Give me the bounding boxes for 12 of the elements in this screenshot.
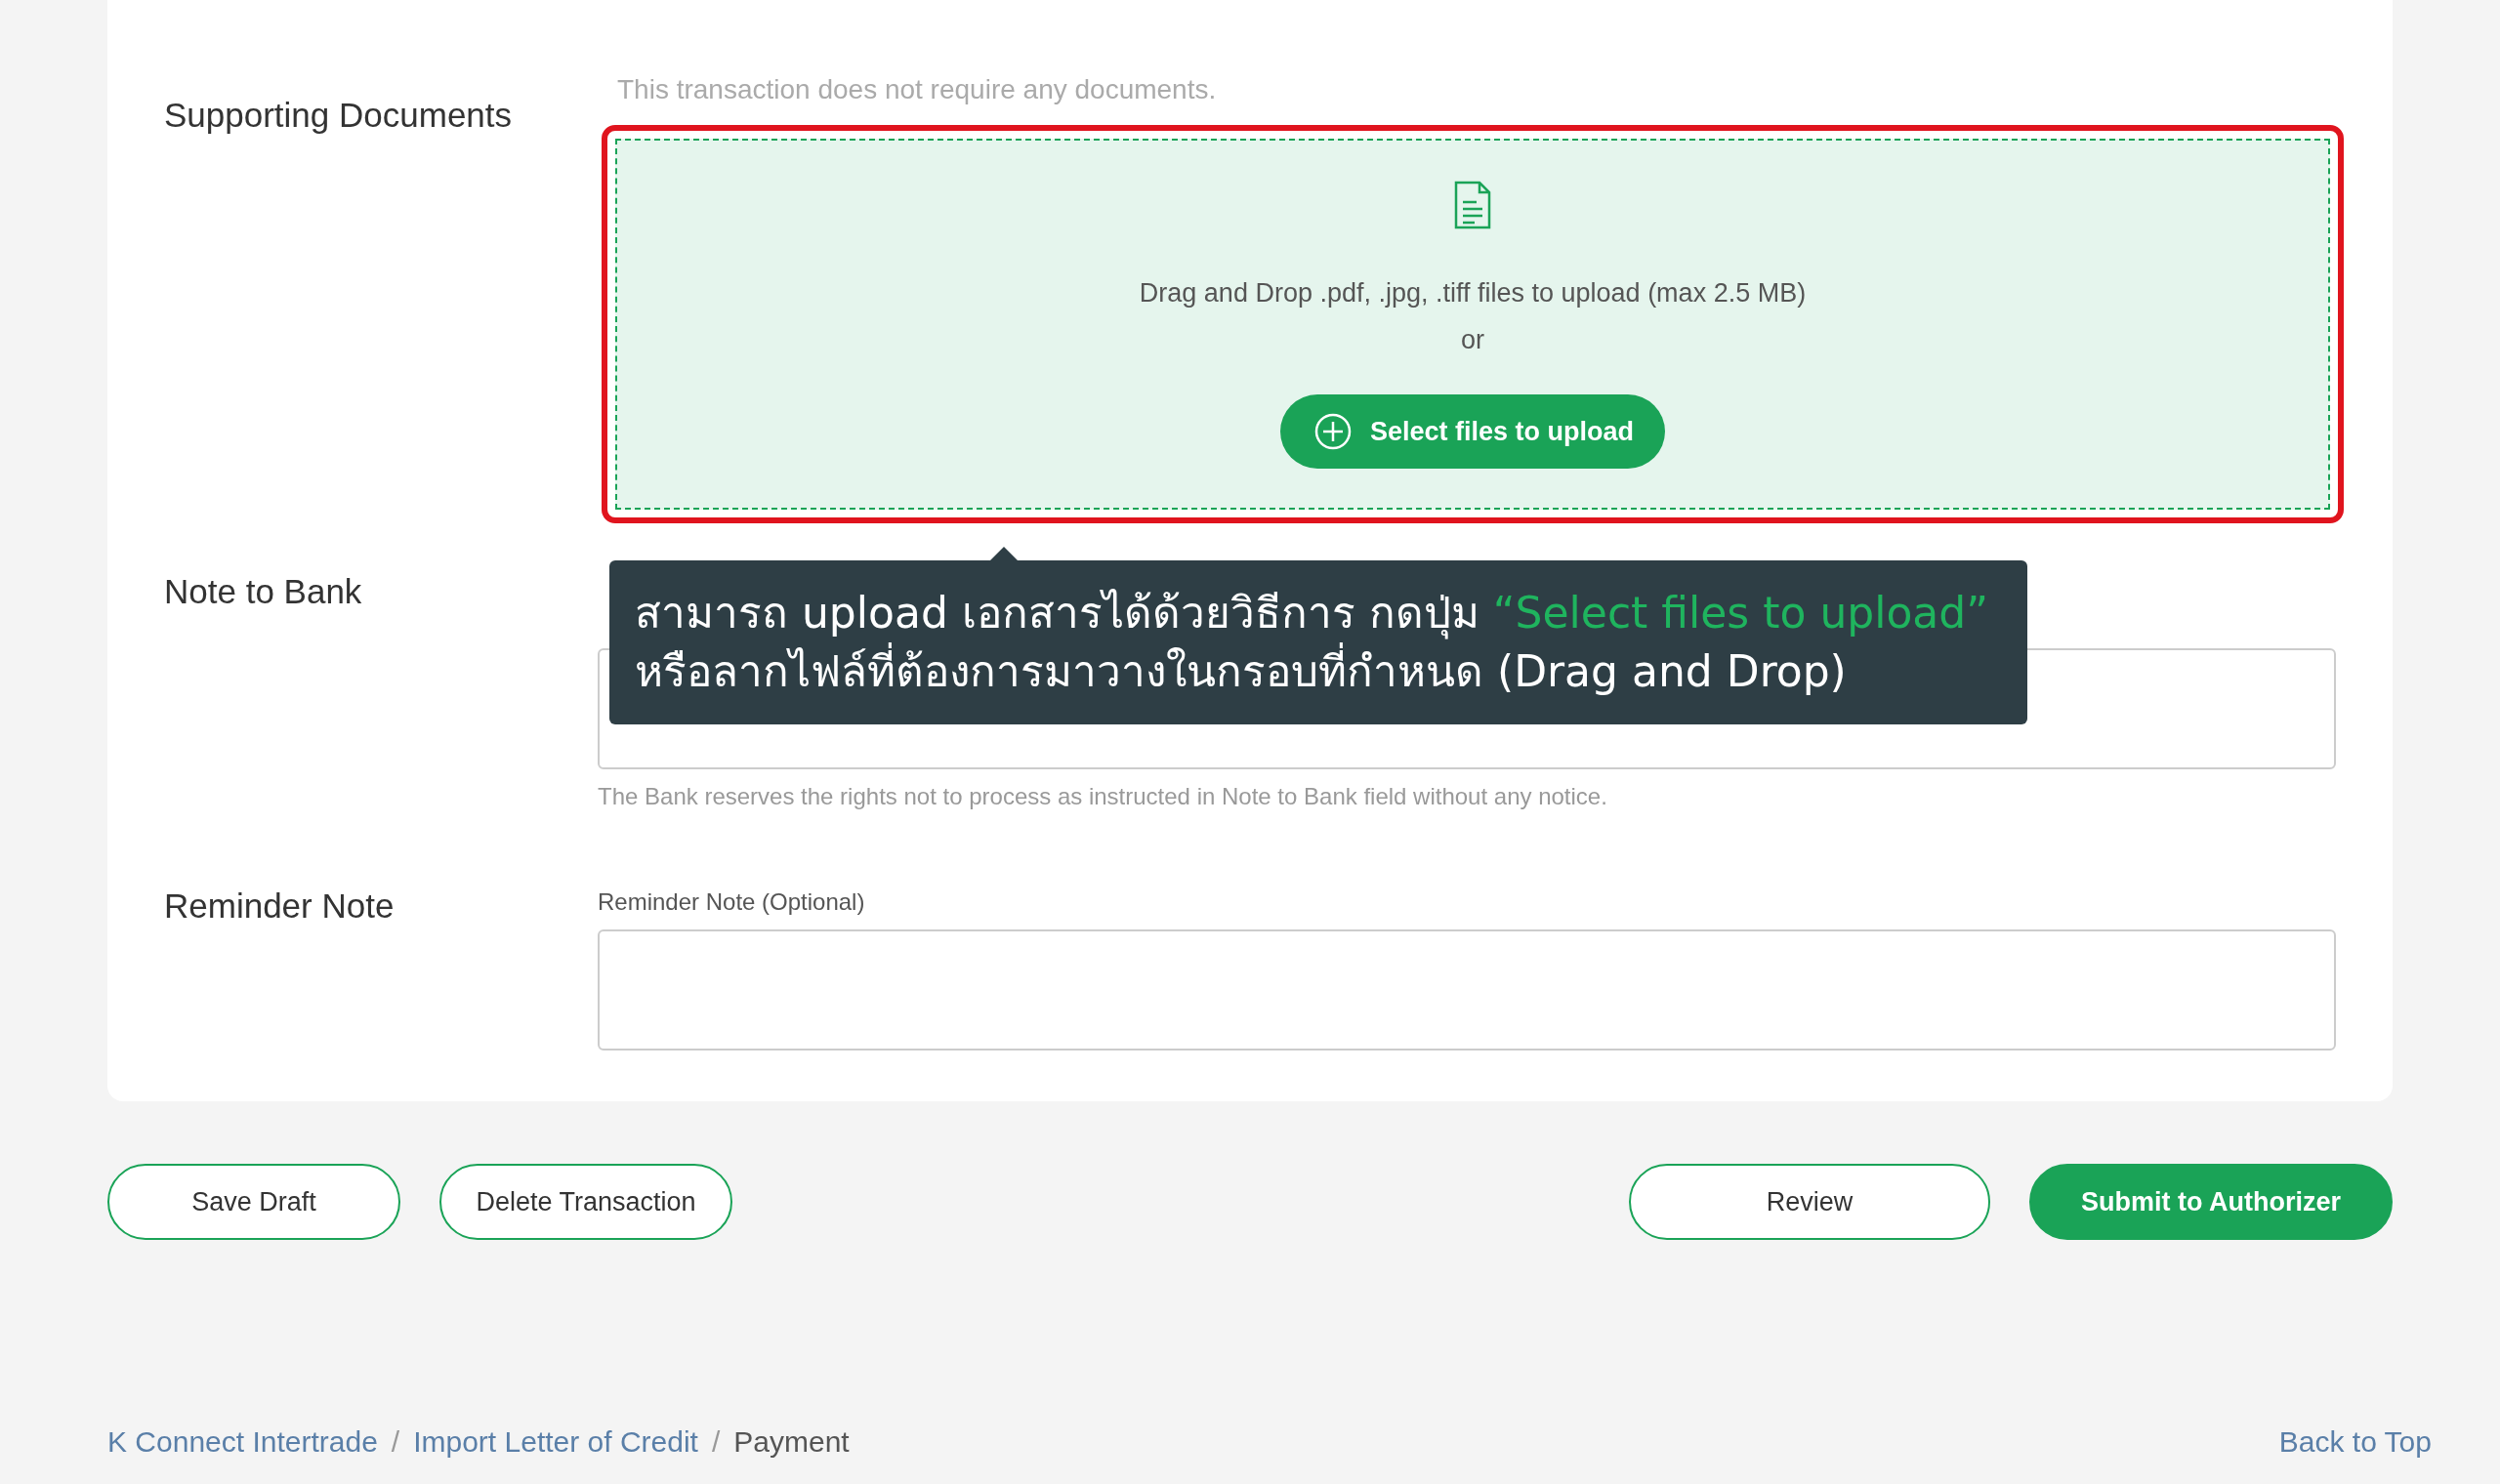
breadcrumb-item: Payment: [733, 1425, 850, 1459]
section-label: Supporting Documents: [164, 95, 514, 136]
tooltip-text: สามารถ upload เอกสารได้ด้วยวิธีการ กดปุ่ม “Select files to upload” หรือลากไฟล์ที่ต้องการมาวางในกรอบที่กำหนด (Drag and Drop): [635, 587, 1990, 698]
breadcrumb-separator: /: [711, 1425, 721, 1459]
breadcrumb-separator: /: [391, 1425, 400, 1459]
or-text: or: [1461, 324, 1484, 356]
documents-note: This transaction does not require any documents.: [616, 73, 1218, 106]
section-label: Reminder Note: [164, 886, 396, 927]
dropzone-text: Drag and Drop .pdf, .jpg, .tiff files to upload (max 2.5 MB): [1139, 277, 1807, 309]
section-label: Note to Bank: [164, 571, 363, 612]
field-hint: The Bank reserves the rights not to process as instructed in Note to Bank field without any notice.: [598, 783, 1608, 810]
field-label: Reminder Note (Optional): [598, 888, 866, 916]
